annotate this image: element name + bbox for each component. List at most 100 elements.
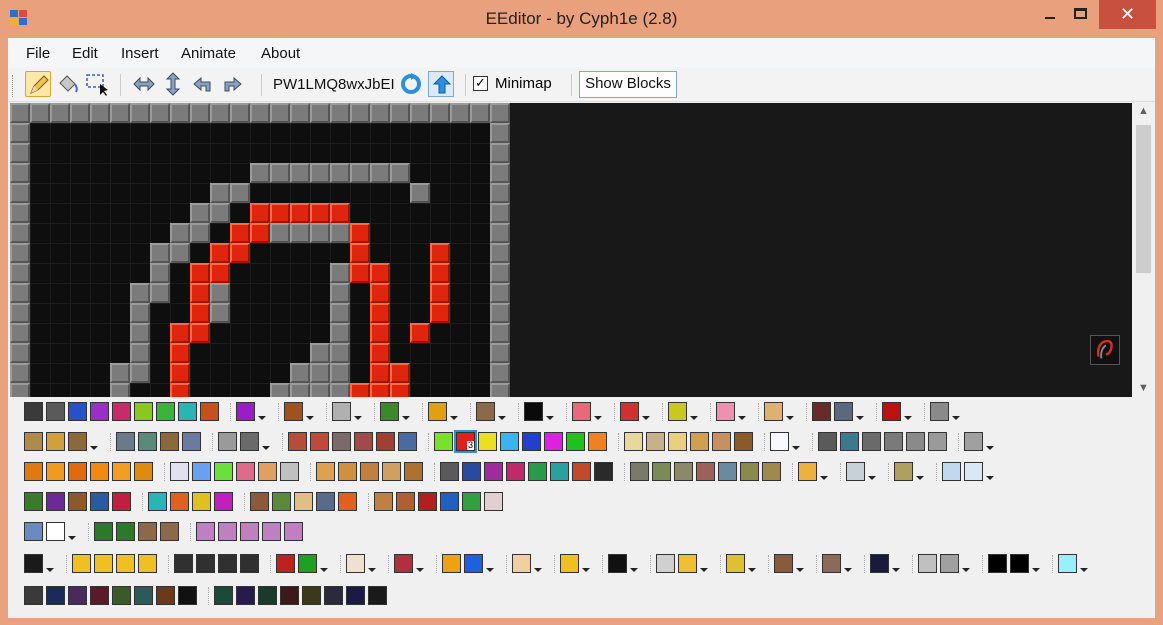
block-tile[interactable] bbox=[288, 432, 307, 451]
gray-block[interactable] bbox=[10, 123, 30, 143]
block-tile[interactable] bbox=[24, 554, 43, 573]
gray-block[interactable] bbox=[10, 243, 30, 263]
chevron-down-icon[interactable] bbox=[891, 567, 901, 573]
block-tile[interactable] bbox=[380, 402, 399, 421]
gray-block[interactable] bbox=[330, 323, 350, 343]
gray-block[interactable] bbox=[270, 223, 290, 243]
palette-group-grip[interactable] bbox=[758, 403, 760, 421]
block-tile[interactable] bbox=[138, 432, 157, 451]
block-tile[interactable] bbox=[240, 432, 259, 451]
fill-tool-button[interactable] bbox=[54, 71, 80, 97]
palette-group-grip[interactable] bbox=[958, 433, 960, 451]
gray-block[interactable] bbox=[490, 243, 510, 263]
gray-block[interactable] bbox=[310, 103, 330, 123]
gray-block[interactable] bbox=[150, 263, 170, 283]
minimize-button[interactable] bbox=[1037, 0, 1063, 30]
block-tile[interactable] bbox=[258, 462, 277, 481]
block-tile[interactable] bbox=[94, 522, 113, 541]
gray-block[interactable] bbox=[410, 103, 430, 123]
gray-block[interactable] bbox=[490, 163, 510, 183]
block-tile[interactable] bbox=[68, 586, 87, 605]
block-tile[interactable] bbox=[338, 492, 357, 511]
gray-block[interactable] bbox=[130, 363, 150, 383]
red-block[interactable] bbox=[250, 223, 270, 243]
red-block[interactable] bbox=[170, 343, 190, 363]
block-tile[interactable] bbox=[740, 462, 759, 481]
gray-block[interactable] bbox=[370, 103, 390, 123]
chevron-down-icon[interactable] bbox=[353, 415, 363, 421]
block-tile[interactable] bbox=[656, 554, 675, 573]
block-tile[interactable] bbox=[68, 432, 87, 451]
palette-group-grip[interactable] bbox=[816, 555, 818, 573]
block-tile[interactable] bbox=[160, 522, 179, 541]
gray-block[interactable] bbox=[490, 363, 510, 383]
block-tile[interactable] bbox=[182, 432, 201, 451]
palette-group-grip[interactable] bbox=[764, 433, 766, 451]
block-tile[interactable] bbox=[112, 492, 131, 511]
block-tile[interactable] bbox=[566, 432, 585, 451]
block-tile[interactable] bbox=[696, 462, 715, 481]
palette-group-grip[interactable] bbox=[840, 463, 842, 481]
scroll-thumb[interactable] bbox=[1136, 125, 1151, 273]
block-tile[interactable] bbox=[1058, 554, 1077, 573]
block-tile[interactable] bbox=[988, 554, 1007, 573]
chevron-down-icon[interactable] bbox=[45, 567, 55, 573]
minimap-label[interactable]: Minimap bbox=[495, 75, 552, 92]
gray-block[interactable] bbox=[230, 183, 250, 203]
block-tile[interactable] bbox=[624, 432, 643, 451]
red-block[interactable] bbox=[230, 223, 250, 243]
red-block[interactable] bbox=[430, 283, 450, 303]
block-tile[interactable] bbox=[196, 522, 215, 541]
palette-group-grip[interactable] bbox=[982, 555, 984, 573]
block-tile[interactable] bbox=[112, 462, 131, 481]
gray-block[interactable] bbox=[210, 183, 230, 203]
block-tile[interactable] bbox=[214, 586, 233, 605]
gray-block[interactable] bbox=[70, 103, 90, 123]
gray-block[interactable] bbox=[170, 243, 190, 263]
palette-group-grip[interactable] bbox=[768, 555, 770, 573]
palette-group-grip[interactable] bbox=[470, 403, 472, 421]
gray-block[interactable] bbox=[290, 363, 310, 383]
gray-block[interactable] bbox=[490, 143, 510, 163]
block-tile[interactable] bbox=[572, 462, 591, 481]
rotate-left-button[interactable] bbox=[190, 71, 216, 97]
chevron-down-icon[interactable] bbox=[903, 415, 913, 421]
chevron-down-icon[interactable] bbox=[985, 445, 995, 451]
gray-block[interactable] bbox=[250, 103, 270, 123]
chevron-down-icon[interactable] bbox=[401, 415, 411, 421]
gray-block[interactable] bbox=[170, 103, 190, 123]
block-tile[interactable] bbox=[716, 402, 735, 421]
block-tile[interactable] bbox=[882, 402, 901, 421]
palette-group-grip[interactable] bbox=[310, 463, 312, 481]
red-block[interactable] bbox=[350, 383, 370, 397]
block-tile[interactable] bbox=[94, 554, 113, 573]
block-tile[interactable] bbox=[112, 586, 131, 605]
block-tile[interactable] bbox=[236, 586, 255, 605]
block-tile[interactable] bbox=[310, 432, 329, 451]
block-tile[interactable] bbox=[440, 492, 459, 511]
block-tile[interactable] bbox=[134, 586, 153, 605]
block-tile[interactable] bbox=[906, 432, 925, 451]
chevron-down-icon[interactable] bbox=[89, 445, 99, 451]
gray-block[interactable] bbox=[490, 203, 510, 223]
block-tile[interactable] bbox=[332, 432, 351, 451]
block-tile[interactable] bbox=[550, 462, 569, 481]
block-tile[interactable] bbox=[404, 462, 423, 481]
block-tile[interactable] bbox=[156, 586, 175, 605]
block-tile[interactable] bbox=[298, 554, 317, 573]
chevron-down-icon[interactable] bbox=[785, 415, 795, 421]
block-tile[interactable] bbox=[138, 522, 157, 541]
gray-block[interactable] bbox=[490, 343, 510, 363]
gray-block[interactable] bbox=[110, 363, 130, 383]
chevron-down-icon[interactable] bbox=[641, 415, 651, 421]
palette-group-grip[interactable] bbox=[662, 403, 664, 421]
block-tile[interactable] bbox=[46, 432, 65, 451]
block-tile[interactable] bbox=[718, 462, 737, 481]
block-tile[interactable] bbox=[528, 462, 547, 481]
block-tile[interactable] bbox=[200, 402, 219, 421]
chevron-down-icon[interactable] bbox=[629, 567, 639, 573]
palette-group-grip[interactable] bbox=[374, 403, 376, 421]
block-tile[interactable] bbox=[68, 492, 87, 511]
gray-block[interactable] bbox=[330, 283, 350, 303]
red-block[interactable] bbox=[170, 363, 190, 383]
